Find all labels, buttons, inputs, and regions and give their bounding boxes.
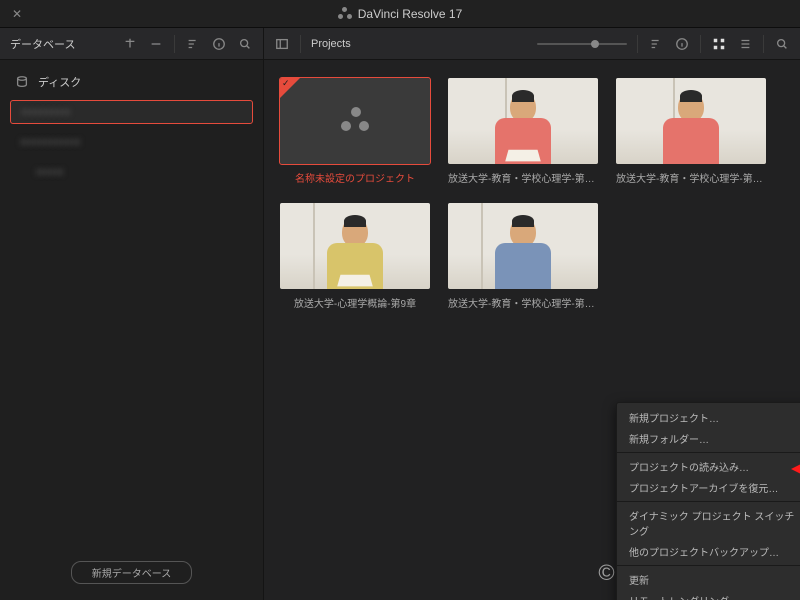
divider [637,35,638,53]
menu-new-project[interactable]: 新規プロジェクト… [617,407,800,428]
toolbar: データベース Projects [0,28,800,60]
search-icon[interactable] [774,36,790,52]
sidebar-db-item[interactable]: xxxxxxxxx [10,100,253,124]
project-thumb [448,203,598,289]
check-icon [280,78,300,98]
project-thumb [616,78,766,164]
project-card[interactable]: 放送大学-心理学概論-第9章 [280,203,430,310]
titlebar: ✕ DaVinci Resolve 17 [0,0,800,28]
menu-separator [617,565,800,566]
app-logo-icon [338,7,352,21]
menu-other-backups[interactable]: 他のプロジェクトバックアップ… [617,541,800,562]
project-card[interactable]: 放送大学-教育・学校心理学-第9章-… [616,78,766,185]
context-menu: 新規プロジェクト… 新規フォルダー… プロジェクトの読み込み… プロジェクトアー… [616,402,800,600]
project-card[interactable]: 名称未設定のプロジェクト [280,78,430,185]
project-thumb [280,78,430,164]
toolbar-left: データベース [0,28,264,59]
app-title: DaVinci Resolve 17 [358,7,463,21]
list-view-icon[interactable] [737,36,753,52]
project-grid: 名称未設定のプロジェクト 放送大学-教育・学校心理学-第9章-… 放送大学-教育… [280,78,784,310]
sidebar-section-disk[interactable]: ディスク [0,70,263,94]
sort-icon[interactable] [185,36,201,52]
search-icon[interactable] [237,36,253,52]
titlebar-center: DaVinci Resolve 17 [0,7,800,21]
resolve-logo-icon [341,107,369,135]
project-card[interactable]: 放送大学-教育・学校心理学-第9章-… [448,78,598,185]
project-name: 名称未設定のプロジェクト [280,170,430,185]
projects-label: Projects [311,38,351,50]
project-name: 放送大学-教育・学校心理学-第8章 [448,295,598,310]
project-thumb [448,78,598,164]
divider [700,35,701,53]
menu-restore-archive[interactable]: プロジェクトアーカイブを復元… [617,477,800,498]
menu-separator [617,452,800,453]
sidebar-section-label: ディスク [38,74,81,90]
project-name: 放送大学-教育・学校心理学-第9章-… [448,170,598,185]
menu-import-project[interactable]: プロジェクトの読み込み… [617,456,800,477]
menu-refresh[interactable]: 更新 [617,569,800,590]
divider [174,35,175,53]
database-label: データベース [10,36,75,52]
info-icon[interactable] [674,36,690,52]
sidebar-db-item[interactable]: xxxxxxxxxxx [10,130,253,154]
divider [763,35,764,53]
disk-icon [14,74,30,90]
menu-remote-rendering[interactable]: リモートレンダリング [617,590,800,600]
toolbar-right: Projects [264,28,800,59]
divider [300,35,301,53]
info-icon[interactable] [211,36,227,52]
project-card[interactable]: 放送大学-教育・学校心理学-第8章 [448,203,598,310]
project-name: 放送大学-教育・学校心理学-第9章-… [616,170,766,185]
project-grid-area[interactable]: 名称未設定のプロジェクト 放送大学-教育・学校心理学-第9章-… 放送大学-教育… [264,60,800,600]
thumbnail-size-slider[interactable] [537,43,627,45]
close-icon[interactable]: ✕ [12,7,22,21]
sidebar-db-item[interactable]: xxxxx [10,160,253,184]
sort-icon[interactable] [648,36,664,52]
new-database-button[interactable]: 新規データベース [71,561,193,584]
project-thumb [280,203,430,289]
menu-new-folder[interactable]: 新規フォルダー… [617,428,800,449]
sidebar-toggle-icon[interactable] [274,36,290,52]
grid-view-icon[interactable] [711,36,727,52]
project-name: 放送大学-心理学概論-第9章 [280,295,430,310]
sidebar: ディスク xxxxxxxxx xxxxxxxxxxx xxxxx 新規データベー… [0,60,264,600]
db-add-icon[interactable] [122,36,138,52]
menu-separator [617,501,800,502]
menu-dynamic-switching[interactable]: ダイナミック プロジェクト スイッチング [617,505,800,541]
db-remove-icon[interactable] [148,36,164,52]
